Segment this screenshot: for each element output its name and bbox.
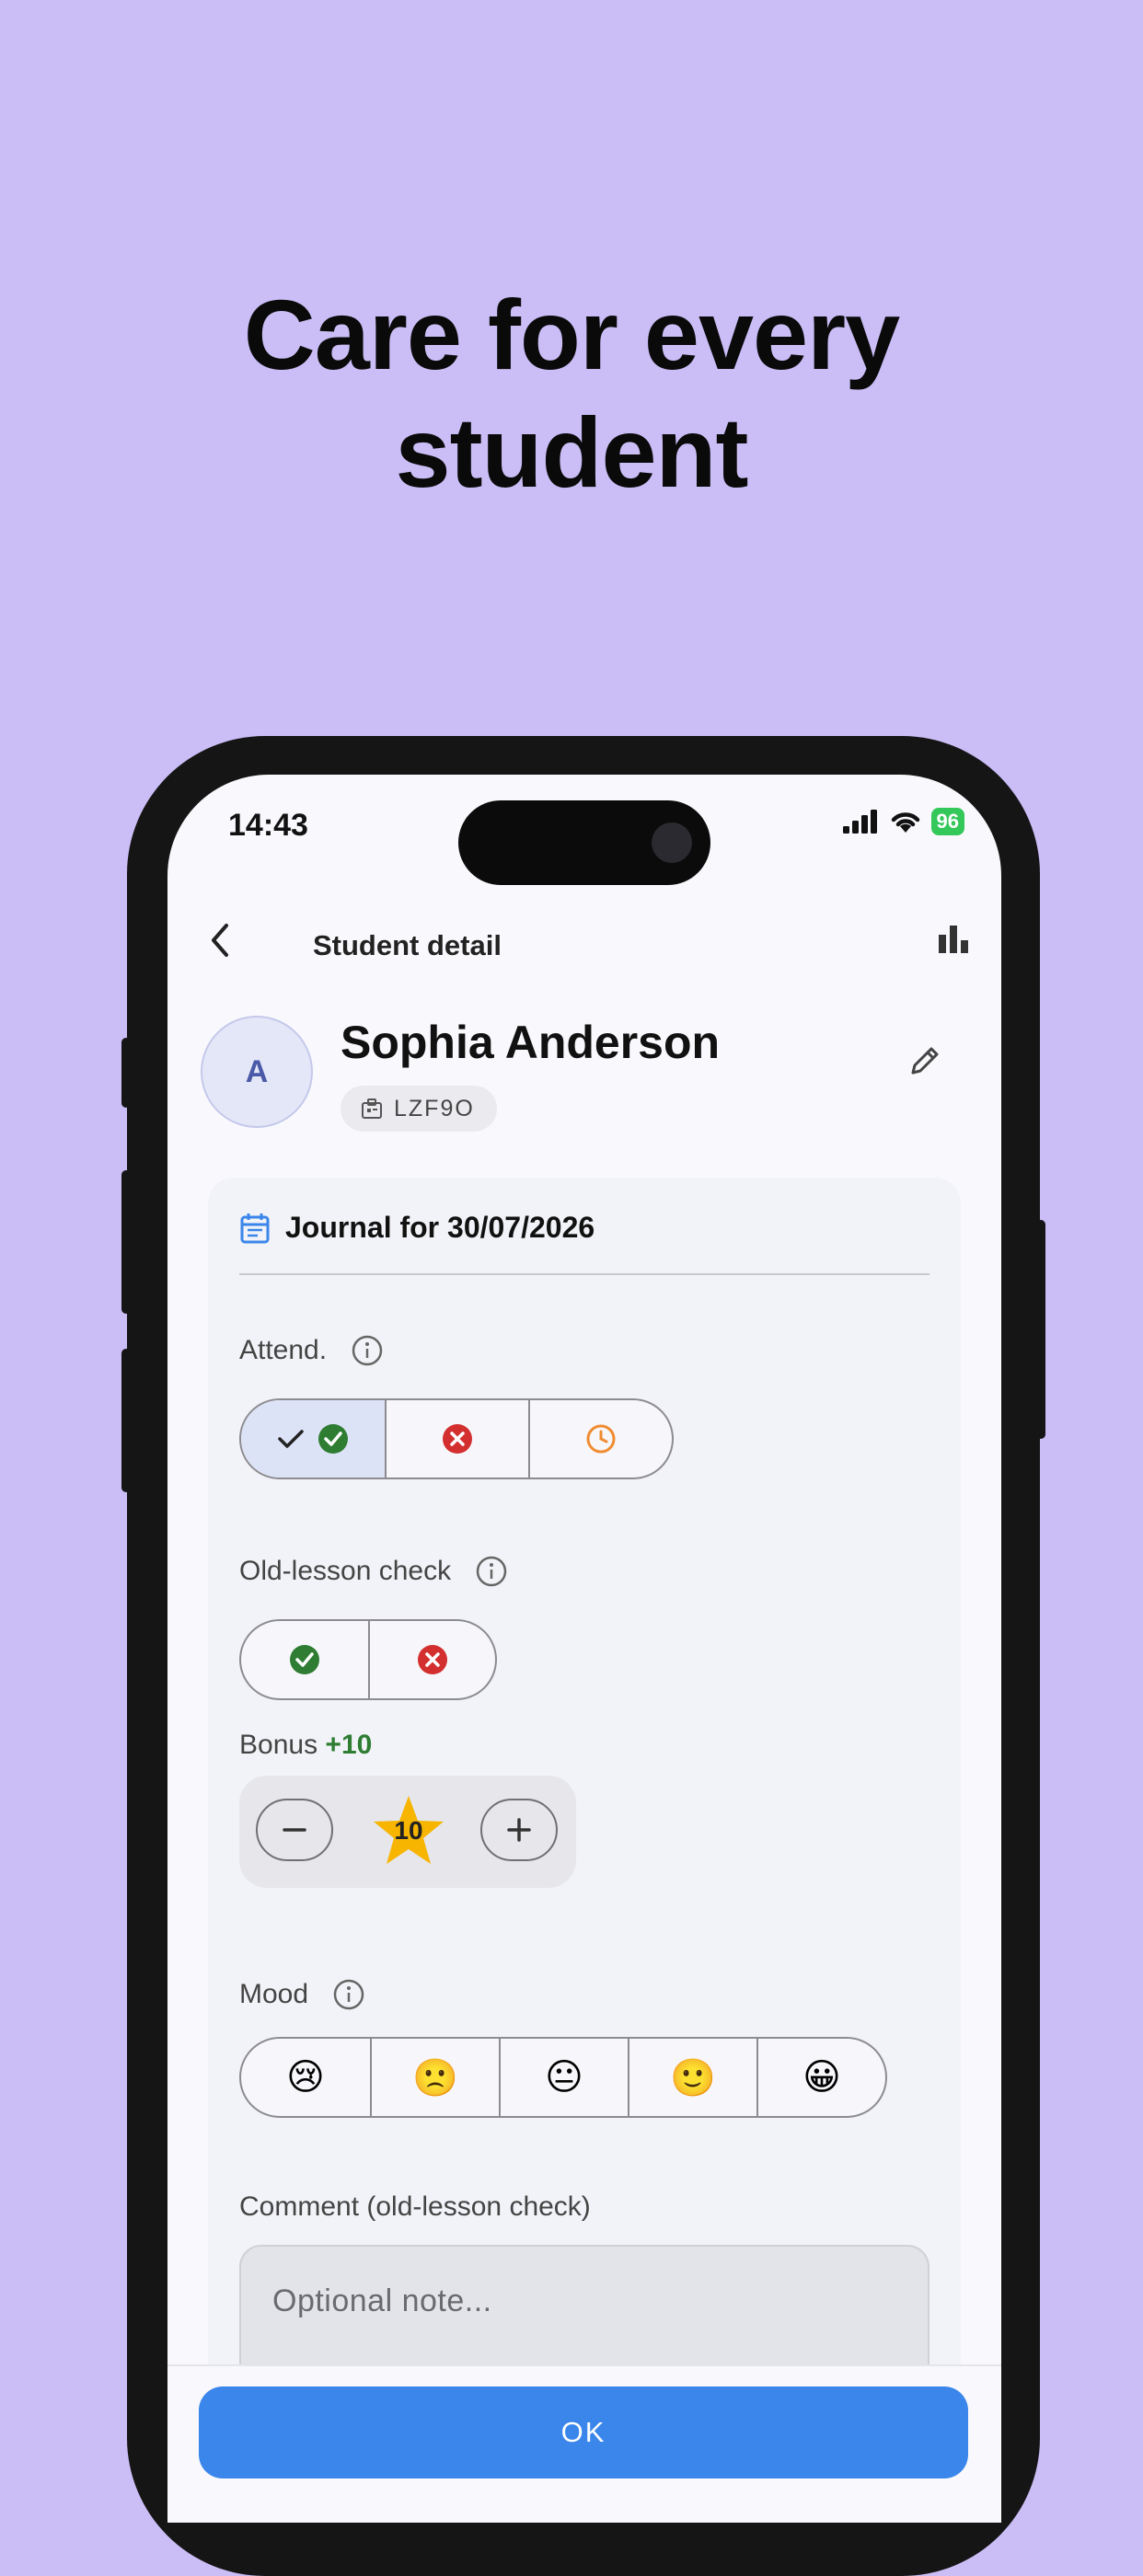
old-lesson-label: Old-lesson check bbox=[239, 1556, 452, 1586]
bonus-star: 10 bbox=[370, 1792, 447, 1869]
plus-icon bbox=[507, 1818, 531, 1842]
back-arrow-icon[interactable] bbox=[204, 922, 237, 959]
attendance-segmented-control bbox=[239, 1398, 674, 1479]
comment-placeholder: Optional note... bbox=[272, 2283, 492, 2318]
id-badge-icon bbox=[362, 1098, 382, 1119]
old-lesson-fail-button[interactable] bbox=[368, 1621, 495, 1698]
journal-title: Journal for 30/07/2026 bbox=[285, 1211, 595, 1244]
avatar: A bbox=[201, 1016, 313, 1128]
cancel-circle-icon bbox=[418, 1645, 447, 1674]
signal-icon bbox=[842, 810, 877, 834]
camera-icon bbox=[652, 822, 692, 863]
mood-crying-button[interactable]: 😢 bbox=[241, 2039, 370, 2116]
bonus-label: Bonus bbox=[239, 1730, 318, 1760]
bonus-stepper: 10 bbox=[239, 1776, 576, 1888]
comment-label: Comment (old-lesson check) bbox=[239, 2191, 591, 2222]
bar-chart-icon[interactable] bbox=[937, 922, 970, 955]
mood-label-row: Mood bbox=[239, 1978, 365, 2011]
top-app-bar: Student detail bbox=[167, 894, 1001, 986]
attendance-label-row: Attend. bbox=[239, 1334, 384, 1367]
student-code-chip: LZF9O bbox=[341, 1086, 497, 1132]
minus-icon bbox=[283, 1828, 306, 1832]
divider bbox=[239, 1273, 929, 1275]
bottom-bar: OK bbox=[167, 2364, 1001, 2523]
decrement-button[interactable] bbox=[256, 1799, 333, 1861]
mood-neutral-button[interactable]: 😐 bbox=[499, 2039, 628, 2116]
attendance-label: Attend. bbox=[239, 1335, 328, 1365]
check-circle-icon bbox=[290, 1645, 319, 1674]
mood-segmented-control: 😢 🙁 😐 🙂 😀 bbox=[239, 2037, 887, 2118]
status-time: 14:43 bbox=[228, 808, 308, 843]
increment-button[interactable] bbox=[480, 1799, 558, 1861]
mood-label: Mood bbox=[239, 1979, 309, 2009]
journal-header: Journal for 30/07/2026 bbox=[239, 1211, 595, 1245]
headline-line-1: Care for every bbox=[243, 279, 900, 390]
mood-very-happy-button[interactable]: 😀 bbox=[756, 2039, 885, 2116]
old-lesson-segmented-control bbox=[239, 1619, 497, 1700]
bonus-count: 10 bbox=[394, 1816, 423, 1845]
check-circle-icon bbox=[318, 1424, 348, 1454]
cancel-circle-icon bbox=[443, 1424, 472, 1454]
checkmark-icon bbox=[278, 1430, 304, 1448]
info-icon[interactable] bbox=[475, 1555, 508, 1588]
battery-indicator: 96 bbox=[930, 808, 964, 835]
student-name: Sophia Anderson bbox=[341, 1017, 721, 1068]
attendance-late-button[interactable] bbox=[528, 1400, 672, 1478]
dynamic-island bbox=[458, 800, 710, 885]
bonus-label-row: Bonus +10 bbox=[239, 1730, 372, 1761]
edit-pencil-icon[interactable] bbox=[907, 1041, 944, 1078]
bonus-value: +10 bbox=[325, 1730, 373, 1760]
info-icon[interactable] bbox=[332, 1978, 365, 2011]
headline: Care for every student bbox=[0, 276, 1143, 512]
student-code: LZF9O bbox=[394, 1095, 475, 1121]
info-icon[interactable] bbox=[351, 1334, 384, 1367]
attendance-absent-button[interactable] bbox=[385, 1400, 528, 1478]
status-icons: 96 bbox=[842, 808, 964, 835]
ok-button[interactable]: OK bbox=[199, 2386, 968, 2478]
headline-line-2: student bbox=[395, 397, 749, 508]
old-lesson-pass-button[interactable] bbox=[241, 1621, 368, 1698]
clock-icon bbox=[586, 1424, 616, 1454]
wifi-icon bbox=[891, 812, 919, 833]
attendance-present-button[interactable] bbox=[241, 1400, 385, 1478]
calendar-icon bbox=[240, 1213, 270, 1243]
journal-card: Journal for 30/07/2026 Attend. Old-lesso… bbox=[208, 1178, 961, 2523]
old-lesson-label-row: Old-lesson check bbox=[239, 1555, 508, 1588]
app-screen: 14:43 96 Student detail A Sophia Anderso… bbox=[167, 775, 1001, 2523]
page-title: Student detail bbox=[313, 929, 502, 961]
mood-sad-button[interactable]: 🙁 bbox=[370, 2039, 499, 2116]
mood-happy-button[interactable]: 🙂 bbox=[628, 2039, 756, 2116]
